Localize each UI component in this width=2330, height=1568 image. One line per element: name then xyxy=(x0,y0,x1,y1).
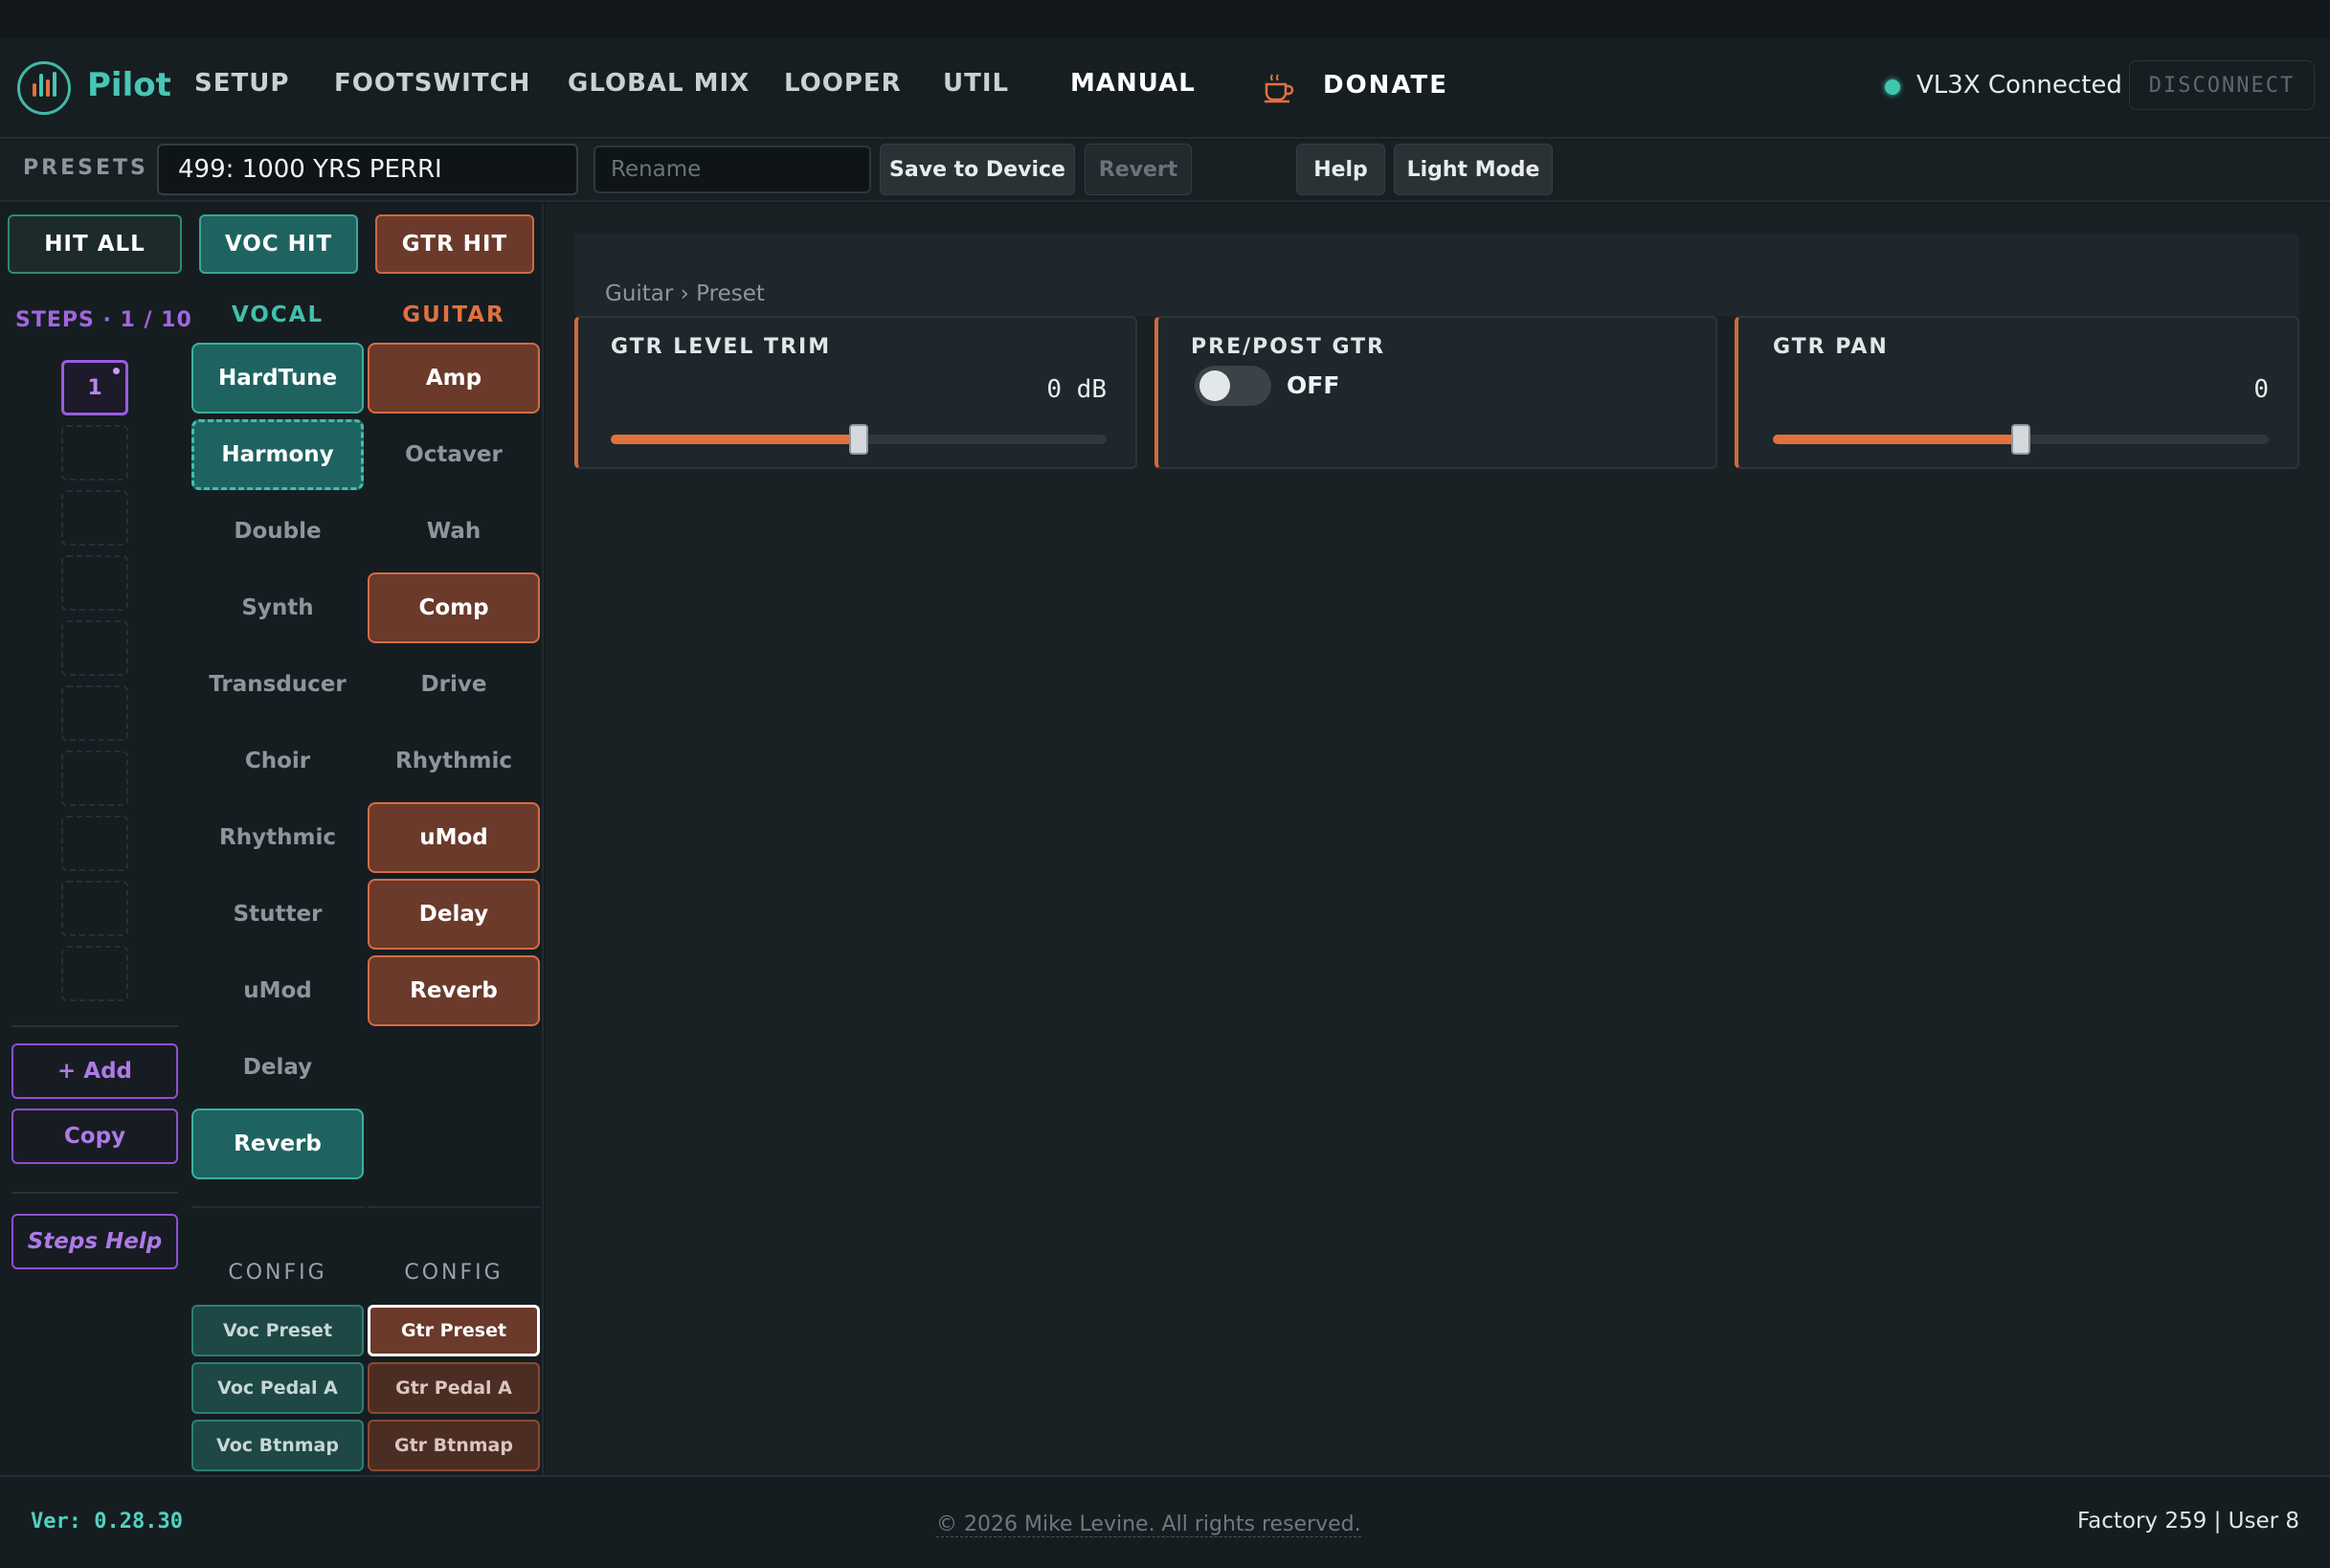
guitar-amp-button[interactable]: Amp xyxy=(368,343,540,414)
gtr-pan-value: 0 xyxy=(2253,375,2269,404)
step-slot-empty[interactable] xyxy=(61,881,128,936)
help-button[interactable]: Help xyxy=(1296,144,1385,195)
preset-select[interactable]: 499: 1000 YRS PERRI xyxy=(157,144,578,195)
vocal-transducer-button[interactable]: Transducer xyxy=(191,649,364,720)
gtr-btnmap-button[interactable]: Gtr Btnmap xyxy=(368,1420,540,1471)
slider-thumb[interactable] xyxy=(2011,424,2030,455)
hit-all-button[interactable]: HIT ALL xyxy=(8,214,182,274)
revert-button[interactable]: Revert xyxy=(1085,144,1192,195)
pre-post-gtr-toggle[interactable] xyxy=(1195,366,1271,406)
divider xyxy=(191,1206,364,1208)
gtr-level-trim-card: GTR LEVEL TRIM 0 dB xyxy=(574,316,1137,469)
step-1[interactable]: 1 xyxy=(61,360,128,415)
vocal-header: VOCAL xyxy=(231,302,325,327)
slider-fill xyxy=(611,435,859,444)
donate-link[interactable]: DONATE xyxy=(1323,71,1448,100)
guitar-drive-button[interactable]: Drive xyxy=(368,649,540,720)
voc-btnmap-button[interactable]: Voc Btnmap xyxy=(191,1420,364,1471)
gtr-pedal-a-button[interactable]: Gtr Pedal A xyxy=(368,1362,540,1414)
nav-footswitch[interactable]: FOOTSWITCH xyxy=(334,69,530,98)
toggle-state-label: OFF xyxy=(1287,371,1340,399)
guitar-rhythmic-button[interactable]: Rhythmic xyxy=(368,726,540,796)
guitar-reverb-button[interactable]: Reverb xyxy=(368,955,540,1026)
guitar-octaver-button[interactable]: Octaver xyxy=(368,419,540,490)
guitar-config-label: CONFIG xyxy=(404,1261,504,1285)
step-slot-empty[interactable] xyxy=(61,685,128,741)
nav-global-mix[interactable]: GLOBAL MIX xyxy=(568,69,750,98)
breadcrumb: Guitar › Preset xyxy=(605,281,765,306)
disconnect-button[interactable]: DISCONNECT xyxy=(2129,60,2315,110)
step-slot-empty[interactable] xyxy=(61,946,128,1001)
guitar-comp-button[interactable]: Comp xyxy=(368,572,540,643)
steps-label: STEPS · 1 / 10 xyxy=(15,308,192,332)
presets-label: PRESETS xyxy=(23,156,148,180)
voc-pedal-a-button[interactable]: Voc Pedal A xyxy=(191,1362,364,1414)
guitar-delay-button[interactable]: Delay xyxy=(368,879,540,950)
copyright: © 2026 Mike Levine. All rights reserved. xyxy=(936,1512,1361,1537)
vocal-choir-button[interactable]: Choir xyxy=(191,726,364,796)
step-slot-empty[interactable] xyxy=(61,555,128,611)
nav-manual[interactable]: MANUAL xyxy=(1070,69,1196,98)
light-mode-button[interactable]: Light Mode xyxy=(1394,144,1553,195)
step-slot-empty[interactable] xyxy=(61,816,128,871)
gtr-preset-button[interactable]: Gtr Preset xyxy=(368,1305,540,1356)
preset-counts: Factory 259 | User 8 xyxy=(2077,1509,2299,1534)
copy-step-button[interactable]: Copy xyxy=(11,1109,178,1164)
gtr-level-trim-slider[interactable] xyxy=(611,424,1107,455)
app-name: Pilot xyxy=(87,66,171,104)
rename-input[interactable] xyxy=(594,146,871,193)
divider xyxy=(11,1192,178,1194)
guitar-header: GUITAR xyxy=(402,302,505,327)
pre-post-gtr-card: PRE/POST GTR OFF xyxy=(1154,316,1717,469)
slider-thumb[interactable] xyxy=(849,424,868,455)
window-top-strip xyxy=(0,0,2330,38)
vocal-rhythmic-button[interactable]: Rhythmic xyxy=(191,802,364,873)
vocal-stutter-button[interactable]: Stutter xyxy=(191,879,364,950)
vocal-config-label: CONFIG xyxy=(228,1261,327,1285)
pilot-logo-icon xyxy=(17,61,71,115)
vocal-delay-button[interactable]: Delay xyxy=(191,1032,364,1103)
card-title: GTR LEVEL TRIM xyxy=(611,335,832,359)
version-label: Ver: 0.28.30 xyxy=(31,1510,183,1534)
step-slot-empty[interactable] xyxy=(61,750,128,806)
gtr-level-trim-value: 0 dB xyxy=(1046,375,1107,404)
card-title: PRE/POST GTR xyxy=(1191,335,1386,359)
step-slot-empty[interactable] xyxy=(61,490,128,546)
gtr-pan-slider[interactable] xyxy=(1773,424,2269,455)
slider-fill xyxy=(1773,435,2021,444)
vocal-umod-button[interactable]: uMod xyxy=(191,955,364,1026)
guitar-wah-button[interactable]: Wah xyxy=(368,496,540,567)
card-title: GTR PAN xyxy=(1773,335,1889,359)
divider xyxy=(11,1025,178,1027)
step-number: 1 xyxy=(87,375,102,400)
nav-util[interactable]: UTIL xyxy=(943,69,1009,98)
vocal-synth-button[interactable]: Synth xyxy=(191,572,364,643)
content-header xyxy=(574,234,2299,316)
vocal-double-button[interactable]: Double xyxy=(191,496,364,567)
step-slot-empty[interactable] xyxy=(61,620,128,676)
connection-status-icon xyxy=(1885,79,1900,95)
vocal-hardtune-button[interactable]: HardTune xyxy=(191,343,364,414)
nav-setup[interactable]: SETUP xyxy=(194,69,289,98)
voc-preset-button[interactable]: Voc Preset xyxy=(191,1305,364,1356)
nav-looper[interactable]: LOOPER xyxy=(784,69,902,98)
connection-status: VL3X Connected xyxy=(1916,71,2122,100)
voc-hit-button[interactable]: VOC HIT xyxy=(199,214,358,274)
save-to-device-button[interactable]: Save to Device xyxy=(880,144,1075,195)
step-slot-empty[interactable] xyxy=(61,425,128,481)
gtr-hit-button[interactable]: GTR HIT xyxy=(375,214,534,274)
vocal-reverb-button[interactable]: Reverb xyxy=(191,1109,364,1179)
divider xyxy=(368,1206,540,1208)
step-indicator-icon xyxy=(113,368,120,374)
toggle-knob xyxy=(1199,370,1230,401)
add-step-button[interactable]: + Add xyxy=(11,1043,178,1099)
steps-help-button[interactable]: Steps Help xyxy=(11,1214,178,1269)
guitar-umod-button[interactable]: uMod xyxy=(368,802,540,873)
gtr-pan-card: GTR PAN 0 xyxy=(1735,316,2299,469)
vocal-harmony-button[interactable]: Harmony xyxy=(191,419,364,490)
coffee-icon[interactable] xyxy=(1262,71,1294,103)
